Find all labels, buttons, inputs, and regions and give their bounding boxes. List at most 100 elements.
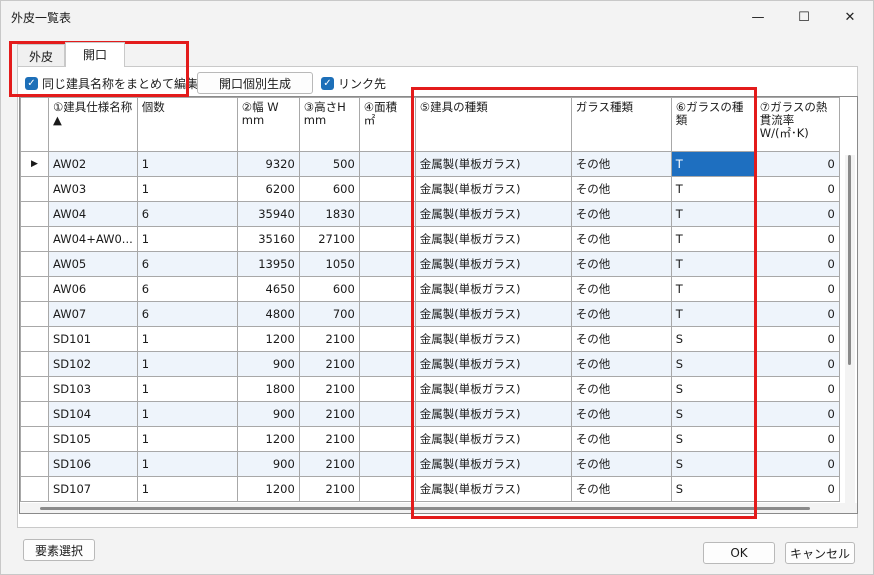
cell-glass-kind[interactable]: その他 — [570, 151, 672, 177]
cell-area[interactable] — [358, 226, 416, 252]
cell-area[interactable] — [358, 376, 416, 402]
cell-glass-kind[interactable]: その他 — [570, 276, 672, 302]
cell-glass-type[interactable]: T — [670, 301, 756, 327]
row-header[interactable] — [20, 176, 49, 202]
cell-u-value[interactable]: 0 — [754, 376, 840, 402]
cell-fitting-type[interactable]: 金属製(単板ガラス) — [414, 426, 572, 452]
cell-fitting-type[interactable]: 金属製(単板ガラス) — [414, 451, 572, 477]
cell-count[interactable]: 1 — [136, 226, 238, 252]
cell-height[interactable]: 2100 — [298, 476, 360, 502]
close-icon[interactable]: ✕ — [827, 1, 873, 33]
cell-height[interactable]: 27100 — [298, 226, 360, 252]
row-header[interactable] — [20, 426, 49, 452]
vertical-scrollbar[interactable] — [845, 155, 855, 505]
link-dest-checkbox[interactable]: ✓ リンク先 — [321, 75, 386, 92]
cell-u-value[interactable]: 0 — [754, 401, 840, 427]
col-header-u-value[interactable]: ⑦ガラスの熱貫流率 W/(㎡･K) — [754, 97, 840, 152]
cell-fitting-type[interactable]: 金属製(単板ガラス) — [414, 351, 572, 377]
ok-button[interactable]: OK — [703, 542, 775, 564]
cell-u-value[interactable]: 0 — [754, 476, 840, 502]
cell-name[interactable]: SD104 — [48, 401, 138, 427]
cell-glass-type[interactable]: S — [670, 376, 756, 402]
cell-glass-kind[interactable]: その他 — [570, 451, 672, 477]
cell-name[interactable]: SD106 — [48, 451, 138, 477]
cell-width[interactable]: 1200 — [236, 476, 300, 502]
cell-count[interactable]: 1 — [136, 151, 238, 177]
cell-width[interactable]: 1800 — [236, 376, 300, 402]
cell-glass-type[interactable]: S — [670, 476, 756, 502]
cell-u-value[interactable]: 0 — [754, 326, 840, 352]
row-header[interactable] — [20, 276, 49, 302]
cell-u-value[interactable]: 0 — [754, 151, 840, 177]
cell-u-value[interactable]: 0 — [754, 276, 840, 302]
cell-area[interactable] — [358, 301, 416, 327]
row-header[interactable] — [20, 376, 49, 402]
table-row[interactable]: AW07 6 4800 700 金属製(単板ガラス) その他 T 0 — [20, 301, 840, 327]
cell-u-value[interactable]: 0 — [754, 176, 840, 202]
cell-name[interactable]: SD103 — [48, 376, 138, 402]
cell-width[interactable]: 1200 — [236, 426, 300, 452]
cell-height[interactable]: 2100 — [298, 451, 360, 477]
cell-name[interactable]: AW04+AW0... — [48, 226, 138, 252]
row-header[interactable] — [20, 326, 49, 352]
table-row[interactable]: AW06 6 4650 600 金属製(単板ガラス) その他 T 0 — [20, 276, 840, 302]
cell-count[interactable]: 1 — [136, 426, 238, 452]
col-header-area[interactable]: ④面積 ㎡ — [358, 97, 416, 152]
table-row[interactable]: SD107 1 1200 2100 金属製(単板ガラス) その他 S 0 — [20, 476, 840, 502]
col-header-fitting-type[interactable]: ⑤建具の種類 — [414, 97, 572, 152]
row-header[interactable] — [20, 301, 49, 327]
group-same-name-checkbox[interactable]: ✓ 同じ建具名称をまとめて編集 — [25, 75, 198, 92]
col-header-glass-type[interactable]: ⑥ガラスの種類 — [670, 97, 756, 152]
table-row[interactable]: AW03 1 6200 600 金属製(単板ガラス) その他 T 0 — [20, 176, 840, 202]
cell-glass-type[interactable]: S — [670, 351, 756, 377]
horizontal-scrollbar[interactable] — [20, 503, 857, 513]
table-row[interactable]: SD103 1 1800 2100 金属製(単板ガラス) その他 S 0 — [20, 376, 840, 402]
cell-area[interactable] — [358, 426, 416, 452]
cell-u-value[interactable]: 0 — [754, 226, 840, 252]
cell-height[interactable]: 600 — [298, 276, 360, 302]
cell-glass-type[interactable]: S — [670, 426, 756, 452]
cell-glass-kind[interactable]: その他 — [570, 351, 672, 377]
row-header[interactable] — [20, 201, 49, 227]
cell-count[interactable]: 1 — [136, 351, 238, 377]
row-header[interactable] — [20, 226, 49, 252]
cell-width[interactable]: 9320 — [236, 151, 300, 177]
cell-height[interactable]: 2100 — [298, 326, 360, 352]
cell-glass-type[interactable]: S — [670, 451, 756, 477]
cell-area[interactable] — [358, 326, 416, 352]
cell-height[interactable]: 2100 — [298, 376, 360, 402]
table-row[interactable]: SD102 1 900 2100 金属製(単板ガラス) その他 S 0 — [20, 351, 840, 377]
cell-u-value[interactable]: 0 — [754, 351, 840, 377]
cell-name[interactable]: AW05 — [48, 251, 138, 277]
cell-name[interactable]: AW07 — [48, 301, 138, 327]
cell-glass-kind[interactable]: その他 — [570, 176, 672, 202]
cell-glass-kind[interactable]: その他 — [570, 426, 672, 452]
table-row[interactable]: AW04 6 35940 1830 金属製(単板ガラス) その他 T 0 — [20, 201, 840, 227]
cell-width[interactable]: 6200 — [236, 176, 300, 202]
scroll-thumb[interactable] — [848, 155, 851, 365]
cell-name[interactable]: SD102 — [48, 351, 138, 377]
cell-height[interactable]: 2100 — [298, 401, 360, 427]
cell-area[interactable] — [358, 251, 416, 277]
cell-fitting-type[interactable]: 金属製(単板ガラス) — [414, 376, 572, 402]
openings-grid[interactable]: ①建具仕様名称 ▲ 個数 ②幅 W mm ③高さH mm ④面積 ㎡ ⑤建具の種… — [19, 96, 858, 514]
cell-name[interactable]: AW02 — [48, 151, 138, 177]
cell-glass-kind[interactable]: その他 — [570, 301, 672, 327]
cell-width[interactable]: 13950 — [236, 251, 300, 277]
generate-openings-button[interactable]: 開口個別生成 — [197, 72, 313, 94]
cell-area[interactable] — [358, 201, 416, 227]
table-row[interactable]: SD101 1 1200 2100 金属製(単板ガラス) その他 S 0 — [20, 326, 840, 352]
cell-name[interactable]: SD107 — [48, 476, 138, 502]
cell-name[interactable]: AW04 — [48, 201, 138, 227]
row-header[interactable] — [20, 476, 49, 502]
col-header-count[interactable]: 個数 — [136, 97, 238, 152]
table-row[interactable]: AW04+AW0... 1 35160 27100 金属製(単板ガラス) その他 T 0 — [20, 226, 840, 252]
cell-glass-kind[interactable]: その他 — [570, 476, 672, 502]
cell-height[interactable]: 1050 — [298, 251, 360, 277]
cell-fitting-type[interactable]: 金属製(単板ガラス) — [414, 151, 572, 177]
cell-glass-kind[interactable]: その他 — [570, 401, 672, 427]
cell-height[interactable]: 500 — [298, 151, 360, 177]
cell-fitting-type[interactable]: 金属製(単板ガラス) — [414, 326, 572, 352]
cell-glass-type[interactable]: T — [670, 176, 756, 202]
cell-count[interactable]: 1 — [136, 176, 238, 202]
